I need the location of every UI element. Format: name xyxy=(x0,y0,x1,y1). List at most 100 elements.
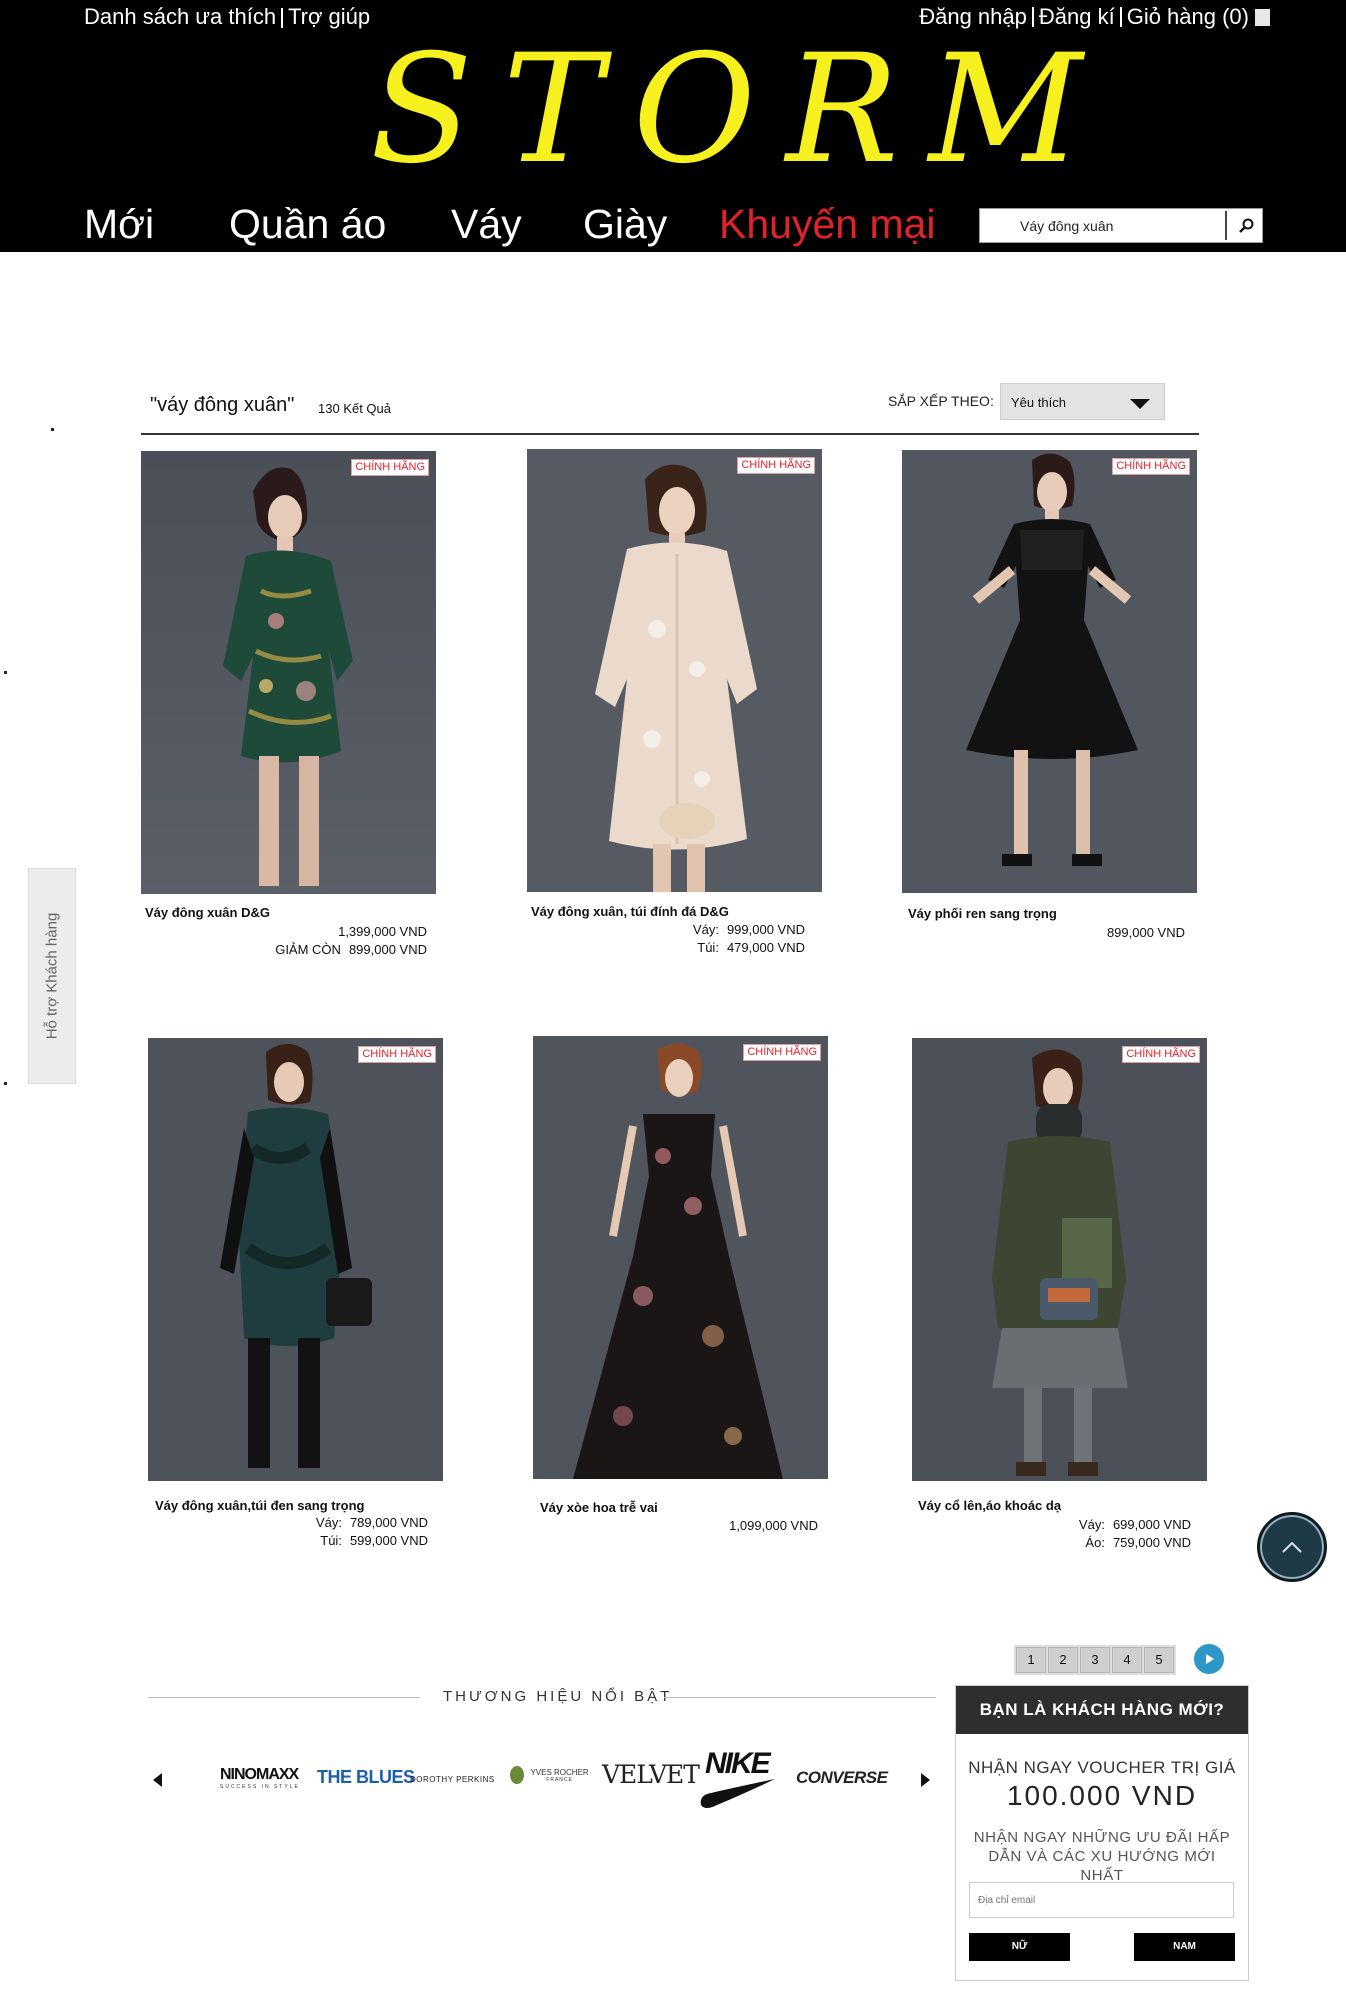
page-5-button[interactable]: 5 xyxy=(1144,1647,1174,1673)
cart-link[interactable]: Giỏ hàng (0) xyxy=(1127,4,1249,30)
newsletter-voucher-text: NHẬN NGAY VOUCHER TRỊ GIÁ xyxy=(968,1758,1236,1777)
price-label: Váy: xyxy=(315,1515,342,1530)
product-price: Áo: 759,000 VND xyxy=(1085,1535,1191,1550)
back-to-top-button[interactable] xyxy=(1257,1512,1327,1582)
chevron-up-icon xyxy=(1282,1541,1302,1553)
product-price: 899,000 VND xyxy=(1099,925,1185,940)
product-name[interactable]: Váy đông xuân, túi đính đá D&G xyxy=(531,904,729,919)
search-button[interactable] xyxy=(1229,209,1262,242)
newsletter-title: BẠN LÀ KHÁCH HÀNG MỚI? xyxy=(956,1686,1248,1734)
price-value: 899,000 VND xyxy=(1106,925,1185,940)
product-image[interactable]: CHÍNH HÃNG xyxy=(148,1038,443,1481)
decorative-dot xyxy=(51,428,54,431)
price-value: 1,099,000 VND xyxy=(729,1518,818,1533)
brands-next-arrow-icon[interactable] xyxy=(921,1773,930,1787)
brand-ninomaxx[interactable]: NINOMAXX SUCCESS IN STYLE xyxy=(220,1766,300,1790)
brand-dorothy-perkins[interactable]: DOROTHY PERKINS xyxy=(410,1775,495,1784)
price-value: 599,000 VND xyxy=(349,1533,428,1548)
divider xyxy=(148,1697,420,1698)
newsletter-description: NHẬN NGAY NHỮNG ƯU ĐÃI HẤP DẪN VÀ CÁC XU… xyxy=(973,1829,1231,1884)
nav-new[interactable]: Mới xyxy=(84,196,154,252)
wishlist-link[interactable]: Danh sách ưa thích xyxy=(84,4,276,29)
decorative-dot xyxy=(4,671,7,674)
price-value: 699,000 VND xyxy=(1112,1517,1191,1532)
page-3-button[interactable]: 3 xyxy=(1080,1647,1110,1673)
site-header: Danh sách ưa thích Trợ giúp Đăng nhập Đăng… xyxy=(0,0,1346,252)
divider xyxy=(141,433,1199,435)
search-query-title: "váy đông xuân" xyxy=(150,394,295,416)
product-price: Túi: 599,000 VND xyxy=(320,1533,428,1548)
email-field[interactable] xyxy=(969,1882,1234,1918)
search-icon xyxy=(1238,218,1253,233)
brand-yves-rocher-country: FRANCE xyxy=(546,1776,573,1783)
product-card: CHÍNH HÃNG Váy xòe hoa trễ vai 1,099,000… xyxy=(533,1036,833,1546)
model-floral-gown-image xyxy=(533,1036,828,1479)
female-signup-button[interactable]: NỮ xyxy=(969,1933,1070,1961)
product-image[interactable]: CHÍNH HÃNG xyxy=(902,450,1197,893)
storm-logo[interactable]: STORM xyxy=(370,30,1082,190)
model-teal-dress-image xyxy=(148,1038,443,1481)
dropdown-arrow-icon xyxy=(1130,399,1150,409)
pagination: 1 2 3 4 5 xyxy=(1014,1645,1176,1675)
search-box xyxy=(979,208,1263,243)
nav-shoes[interactable]: Giày xyxy=(583,196,667,252)
search-input[interactable] xyxy=(980,209,1225,242)
page-1-button[interactable]: 1 xyxy=(1016,1647,1046,1673)
product-image[interactable]: CHÍNH HÃNG xyxy=(527,449,822,892)
help-link[interactable]: Trợ giúp xyxy=(288,4,370,29)
product-name[interactable]: Váy xòe hoa trễ vai xyxy=(540,1500,658,1515)
product-card: CHÍNH HÃNG Váy phối ren sang trọng 899,0… xyxy=(902,450,1202,960)
product-name[interactable]: Váy phối ren sang trọng xyxy=(908,906,1057,921)
product-card: CHÍNH HÃNG Váy đông xuân, túi đính đá D&… xyxy=(527,449,827,959)
play-icon xyxy=(1206,1654,1214,1664)
product-sale-price: GIẢM CÒN 899,000 VND xyxy=(275,942,427,957)
nav-dresses[interactable]: Váy xyxy=(451,196,522,252)
divider xyxy=(281,8,284,29)
product-name[interactable]: Váy đông xuân,túi đen sang trọng xyxy=(155,1498,364,1513)
product-price: Váy: 789,000 VND xyxy=(316,1515,428,1530)
sort-label: SẮP XẾP THEO: xyxy=(888,393,994,409)
product-image[interactable]: CHÍNH HÃNG xyxy=(912,1038,1207,1481)
product-price: 1,399,000 VND xyxy=(330,924,427,939)
model-black-dress-image xyxy=(902,450,1197,893)
brand-the-blues[interactable]: THE BLUES xyxy=(317,1767,415,1788)
product-name[interactable]: Váy đông xuân D&G xyxy=(145,905,270,920)
next-page-button[interactable] xyxy=(1194,1644,1224,1674)
brand-velvet[interactable]: VELVET xyxy=(602,1760,700,1789)
decorative-dot xyxy=(4,1082,7,1085)
page-4-button[interactable]: 4 xyxy=(1112,1647,1142,1673)
authentic-badge: CHÍNH HÃNG xyxy=(358,1046,436,1063)
nike-swoosh-icon xyxy=(700,1779,775,1808)
product-name[interactable]: Váy cổ lên,áo khoác dạ xyxy=(918,1498,1061,1513)
price-label: Váy: xyxy=(1078,1517,1105,1532)
featured-brands-title: THƯƠNG HIỆU NỔI BẬT xyxy=(443,1688,673,1705)
price-label: GIẢM CÒN xyxy=(275,942,341,957)
leaf-icon xyxy=(510,1766,524,1784)
top-left-links: Danh sách ưa thích Trợ giúp xyxy=(84,4,370,30)
product-image[interactable]: CHÍNH HÃNG xyxy=(533,1036,828,1479)
page-2-button[interactable]: 2 xyxy=(1048,1647,1078,1673)
brand-yves-rocher[interactable]: YVES ROCHER FRANCE xyxy=(510,1766,589,1784)
price-label: Váy: xyxy=(692,922,719,937)
newsletter-voucher-amount: 100.000 VND xyxy=(1006,1780,1198,1811)
authentic-badge: CHÍNH HÃNG xyxy=(1122,1046,1200,1063)
price-label: Túi: xyxy=(320,1533,342,1548)
product-card: CHÍNH HÃNG Váy đông xuân,túi đen sang tr… xyxy=(148,1038,448,1548)
nav-promotions[interactable]: Khuyến mại xyxy=(719,196,936,252)
price-value: 789,000 VND xyxy=(349,1515,428,1530)
brand-yves-rocher-logo: YVES ROCHER xyxy=(530,1767,589,1777)
sort-dropdown[interactable]: Yêu thích xyxy=(1000,383,1165,420)
price-value: 479,000 VND xyxy=(726,940,805,955)
cart-icon[interactable] xyxy=(1255,8,1270,26)
brand-nike[interactable]: NIKE xyxy=(697,1745,777,1811)
brands-prev-arrow-icon[interactable] xyxy=(153,1773,162,1787)
product-image[interactable]: CHÍNH HÃNG xyxy=(141,451,436,894)
authentic-badge: CHÍNH HÃNG xyxy=(737,457,815,474)
brand-converse[interactable]: CONVERSE xyxy=(796,1768,888,1788)
result-count: 130 Kết Quả xyxy=(318,401,391,416)
model-green-dress-image xyxy=(141,451,436,894)
customer-support-tab[interactable]: Hỗ trợ Khách hàng xyxy=(28,868,76,1084)
nav-clothes[interactable]: Quần áo xyxy=(229,196,386,252)
divider xyxy=(1119,7,1122,27)
male-signup-button[interactable]: NAM xyxy=(1134,1933,1235,1961)
